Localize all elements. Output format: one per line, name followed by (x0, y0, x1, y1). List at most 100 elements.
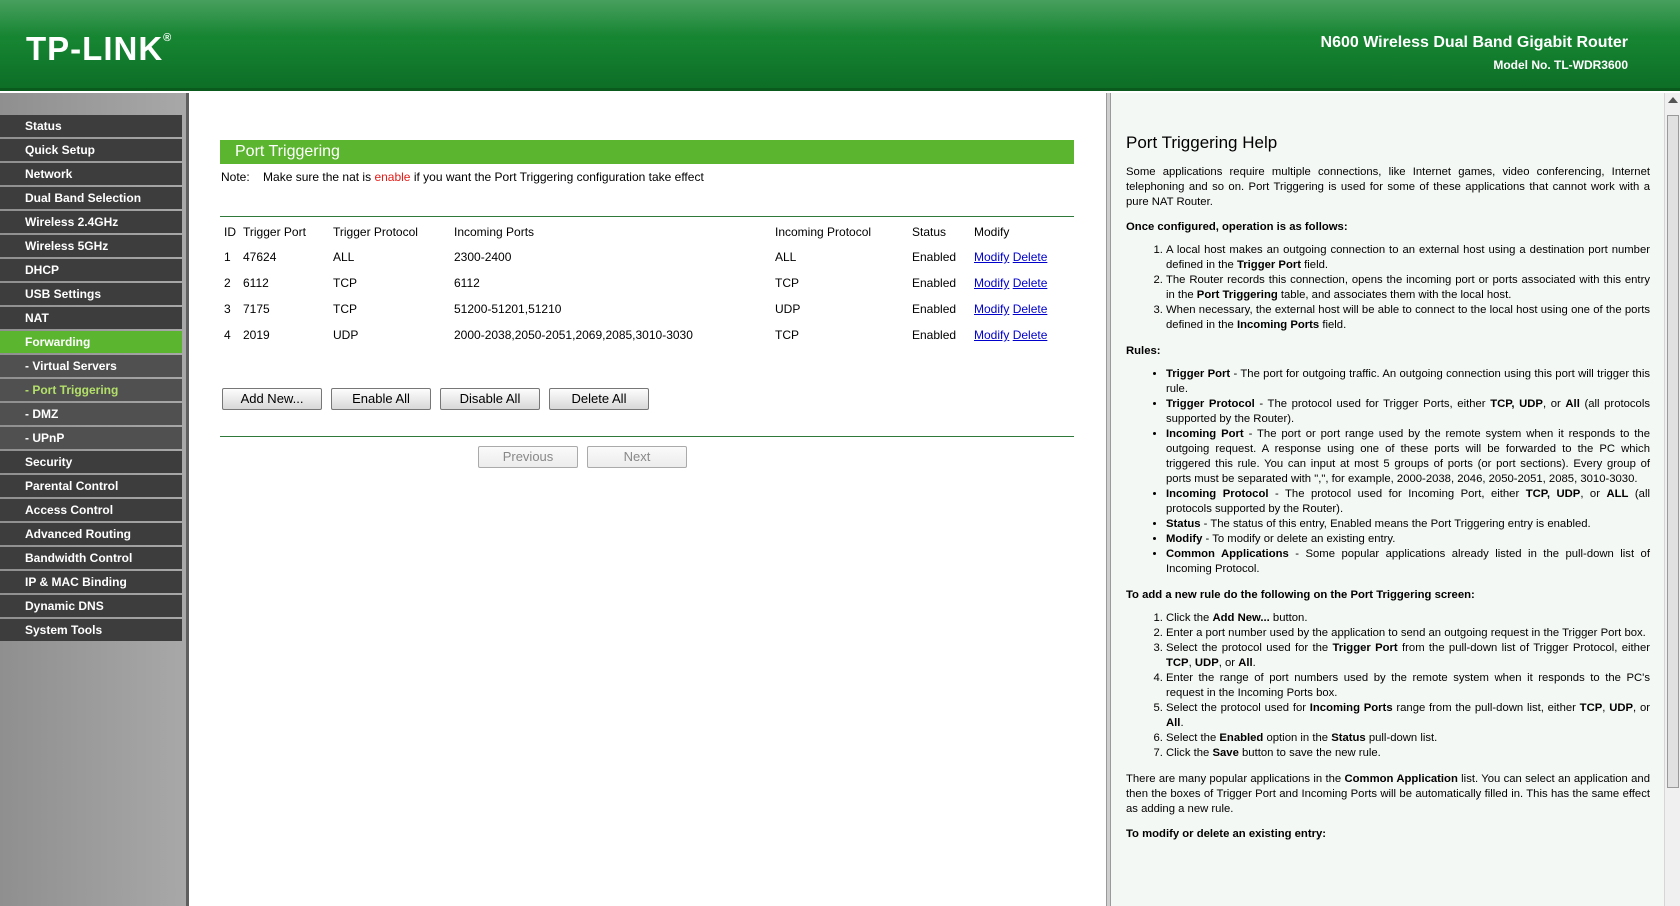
delete-link[interactable]: Delete (1013, 276, 1048, 290)
modify-link[interactable]: Modify (974, 302, 1009, 316)
menu-item-status[interactable]: Status (0, 115, 182, 137)
add-heading-text: To add a new rule do the following on th… (1126, 589, 1475, 601)
menu-item-dhcp[interactable]: DHCP (0, 259, 182, 281)
nat-note: Note: Make sure the nat is enable if you… (221, 170, 704, 184)
delete-link[interactable]: Delete (1013, 302, 1048, 316)
menu-item-security[interactable]: Security (0, 451, 182, 473)
logo-text: TP-LINK (26, 30, 164, 67)
menu-item-quick-setup[interactable]: Quick Setup (0, 139, 182, 161)
help-add-item: Select the protocol used for the Trigger… (1166, 641, 1650, 671)
next-button[interactable]: Next (587, 446, 687, 468)
menu-item-dmz[interactable]: - DMZ (0, 403, 182, 425)
help-add-item: Enter the range of port numbers used by … (1166, 671, 1650, 701)
help-add-heading: To add a new rule do the following on th… (1126, 588, 1650, 603)
table-row: 3 7175 TCP 51200-51201,51210 UDP Enabled… (220, 296, 1064, 322)
cell-status: Enabled (912, 302, 957, 316)
cell-incoming-ports: 2300-2400 (454, 250, 512, 264)
menu-item-ip-mac-binding[interactable]: IP & MAC Binding (0, 571, 182, 593)
note-text-pre: Make sure the nat is (263, 170, 372, 184)
help-once-item: A local host makes an outgoing connectio… (1166, 243, 1650, 273)
menu-item-port-triggering[interactable]: - Port Triggering (0, 379, 182, 401)
help-common-apps: There are many popular applications in t… (1126, 773, 1650, 815)
col-id: ID (224, 225, 236, 239)
cell-incoming-ports: 2000-2038,2050-2051,2069,2085,3010-3030 (454, 328, 693, 342)
previous-button[interactable]: Previous (478, 446, 578, 468)
modify-link[interactable]: Modify (974, 276, 1009, 290)
menu-item-parental-control[interactable]: Parental Control (0, 475, 182, 497)
help-title: Port Triggering Help (1126, 133, 1278, 152)
cell-status: Enabled (912, 276, 957, 290)
cell-trigger-port: 47624 (243, 250, 277, 264)
top-divider (220, 216, 1074, 217)
menu-item-wireless-5ghz[interactable]: Wireless 5GHz (0, 235, 182, 257)
col-trigger-port: Trigger Port (243, 225, 306, 239)
product-name: N600 Wireless Dual Band Gigabit Router (1320, 34, 1628, 51)
menu-item-nat[interactable]: NAT (0, 307, 182, 329)
note-text-post: if you want the Port Triggering configur… (413, 170, 704, 184)
cell-id: 1 (224, 250, 231, 264)
help-modify-heading: To modify or delete an existing entry: (1126, 827, 1650, 842)
help-once-list: A local host makes an outgoing connectio… (1126, 243, 1650, 333)
delete-link[interactable]: Delete (1013, 328, 1048, 342)
help-rule-item: Modify - To modify or delete an existing… (1166, 532, 1650, 547)
menu-item-wireless-24ghz[interactable]: Wireless 2.4GHz (0, 211, 182, 233)
help-rule-item: Incoming Port - The port or port range u… (1166, 427, 1650, 487)
cell-incoming-protocol: ALL (775, 250, 797, 264)
delete-all-button[interactable]: Delete All (549, 388, 649, 410)
cell-modify: Modify Delete (970, 270, 1064, 296)
page-title: Port Triggering (220, 140, 1074, 164)
cell-trigger-protocol: ALL (333, 250, 355, 264)
modify-heading-text: To modify or delete an existing entry: (1126, 828, 1327, 840)
cell-modify: Modify Delete (970, 296, 1064, 322)
scrollbar-thumb[interactable] (1667, 115, 1679, 788)
delete-link[interactable]: Delete (1013, 250, 1048, 264)
note-prefix: Note: (221, 170, 250, 184)
disable-all-button[interactable]: Disable All (440, 388, 540, 410)
cell-trigger-protocol: UDP (333, 328, 359, 342)
cell-status: Enabled (912, 250, 957, 264)
menu-item-usb-settings[interactable]: USB Settings (0, 283, 182, 305)
help-once-item: The Router records this connection, open… (1166, 273, 1650, 303)
menu-item-forwarding[interactable]: Forwarding (0, 331, 182, 353)
add-new-button[interactable]: Add New... (222, 388, 322, 410)
menu-item-virtual-servers[interactable]: - Virtual Servers (0, 355, 182, 377)
modify-link[interactable]: Modify (974, 328, 1009, 342)
header-banner: TP-LINK® N600 Wireless Dual Band Gigabit… (0, 0, 1680, 91)
menu-item-access-control[interactable]: Access Control (0, 499, 182, 521)
help-once-item: When necessary, the external host will b… (1166, 303, 1650, 333)
cell-incoming-ports: 51200-51201,51210 (454, 302, 562, 316)
table-row: 1 47624 ALL 2300-2400 ALL Enabled Modify… (220, 244, 1064, 270)
table-row: 4 2019 UDP 2000-2038,2050-2051,2069,2085… (220, 322, 1064, 348)
cell-incoming-protocol: TCP (775, 276, 799, 290)
logo-registered-mark: ® (163, 32, 173, 44)
col-status: Status (912, 225, 947, 239)
cell-trigger-port: 2019 (243, 328, 270, 342)
modify-link[interactable]: Modify (974, 250, 1009, 264)
menu-item-system-tools[interactable]: System Tools (0, 619, 182, 641)
header-shine (0, 0, 1680, 36)
menu-item-bandwidth-control[interactable]: Bandwidth Control (0, 547, 182, 569)
help-rule-item: Trigger Port - The port for outgoing tra… (1166, 367, 1650, 397)
help-rule-item: Incoming Protocol - The protocol used fo… (1166, 487, 1650, 517)
menu-item-upnp[interactable]: - UPnP (0, 427, 182, 449)
help-add-item: Enter a port number used by the applicat… (1166, 626, 1650, 641)
help-rule-item: Status - The status of this entry, Enabl… (1166, 517, 1650, 532)
scroll-up-arrow-icon[interactable] (1668, 97, 1678, 103)
help-add-item: Click the Save button to save the new ru… (1166, 746, 1650, 761)
bottom-divider (220, 436, 1074, 437)
menu-item-advanced-routing[interactable]: Advanced Routing (0, 523, 182, 545)
col-modify: Modify (974, 225, 1010, 239)
enable-all-button[interactable]: Enable All (331, 388, 431, 410)
cell-id: 2 (224, 276, 231, 290)
help-add-item: Click the Add New... button. (1166, 611, 1650, 626)
menu-item-dual-band-selection[interactable]: Dual Band Selection (0, 187, 182, 209)
menu-item-dynamic-dns[interactable]: Dynamic DNS (0, 595, 182, 617)
port-triggering-table: ID Trigger Port Trigger Protocol Incomin… (220, 220, 1064, 348)
menu-item-network[interactable]: Network (0, 163, 182, 185)
cell-incoming-protocol: UDP (775, 302, 801, 316)
help-rule-item: Common Applications - Some popular appli… (1166, 547, 1650, 577)
col-incoming-ports: Incoming Ports (454, 225, 535, 239)
help-scrollbar[interactable] (1664, 93, 1680, 906)
table-header-row: ID Trigger Port Trigger Protocol Incomin… (220, 220, 1064, 244)
help-once-heading: Once configured, operation is as follows… (1126, 220, 1650, 235)
